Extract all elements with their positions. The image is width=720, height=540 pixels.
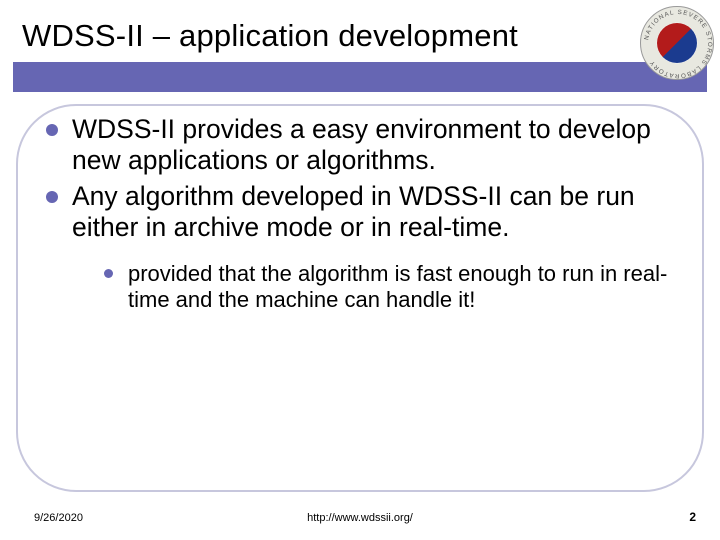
bullet-text: Any algorithm developed in WDSS-II can b… bbox=[72, 181, 635, 242]
bullet-dot-icon bbox=[104, 269, 113, 278]
footer-url: http://www.wdssii.org/ bbox=[0, 512, 720, 524]
bullet-text: provided that the algorithm is fast enou… bbox=[128, 261, 667, 312]
logo-ring-text: NATIONAL SEVERE STORMS LABORATORY bbox=[643, 9, 713, 79]
content-area: WDSS-II provides a easy environment to d… bbox=[46, 114, 690, 314]
bullet-level1: WDSS-II provides a easy environment to d… bbox=[46, 114, 690, 177]
title-divider-bar bbox=[13, 62, 707, 92]
slide-title: WDSS-II – application development bbox=[22, 18, 640, 54]
bullet-text: WDSS-II provides a easy environment to d… bbox=[72, 114, 651, 175]
nssl-logo: NATIONAL SEVERE STORMS LABORATORY bbox=[640, 6, 714, 80]
svg-text:NATIONAL SEVERE STORMS LABORAT: NATIONAL SEVERE STORMS LABORATORY bbox=[643, 9, 713, 79]
slide: WDSS-II – application development NATION… bbox=[0, 0, 720, 540]
footer-page-number: 2 bbox=[689, 510, 696, 524]
bullet-level2: provided that the algorithm is fast enou… bbox=[104, 261, 690, 314]
bullet-level1: Any algorithm developed in WDSS-II can b… bbox=[46, 181, 690, 244]
bullet-dot-icon bbox=[46, 124, 58, 136]
bullet-dot-icon bbox=[46, 191, 58, 203]
